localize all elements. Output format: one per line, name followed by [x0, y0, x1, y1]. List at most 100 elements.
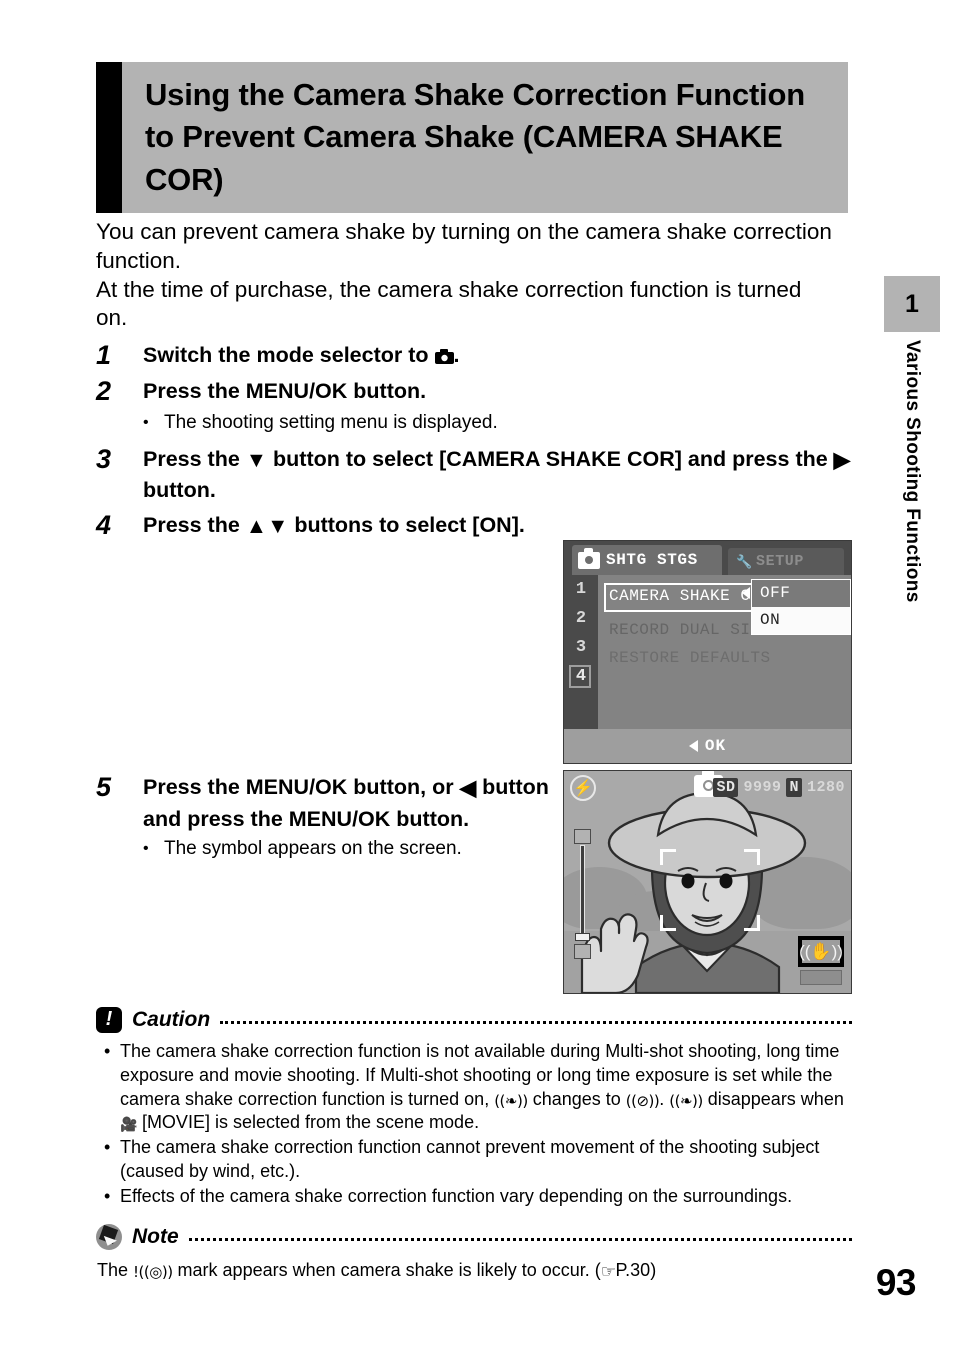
caution-1-p3: . — [659, 1088, 670, 1109]
af-corner-icon — [744, 849, 760, 865]
step-2-note: • The shooting setting menu is displayed… — [143, 411, 852, 436]
rail-page-2[interactable]: 2 — [564, 604, 598, 633]
caution-1-p5: [MOVIE] is selected from the scene mode. — [136, 1112, 480, 1133]
step-1-number: 1 — [96, 340, 112, 370]
step-3-text-part1: Press the — [143, 446, 246, 471]
footer-ok-label: OK — [704, 737, 727, 755]
caution-block: Caution • The camera shake correction fu… — [96, 1005, 852, 1209]
submenu-option-on[interactable]: ON — [752, 607, 850, 634]
caution-rule — [220, 1021, 852, 1024]
note-text-p3: P.30) — [615, 1260, 657, 1280]
still-camera-icon — [578, 547, 600, 569]
lcd-menu-tabbar: SHTG STGS 🔧 SETUP — [564, 541, 851, 575]
lcd-menu-illustration: SHTG STGS 🔧 SETUP 1 2 3 4 CAMERA SHAKE C… — [563, 540, 852, 764]
step-3-number: 3 — [96, 443, 112, 474]
zoom-wide-icon — [574, 944, 591, 959]
triangle-down-icon: ▼ — [245, 447, 268, 472]
rail-page-3[interactable]: 3 — [564, 633, 598, 662]
zoom-slider[interactable] — [574, 829, 591, 959]
page-header-banner: Using the Camera Shake Correction Functi… — [96, 62, 848, 214]
lcd-menu-footer: OK — [564, 729, 851, 763]
step-5-number: 5 — [96, 772, 112, 802]
caution-bullet-1: • The camera shake correction function i… — [96, 1040, 852, 1135]
intro-line-2: At the time of purchase, the camera shak… — [96, 276, 802, 331]
triangle-up-icon: ▲ — [245, 513, 268, 538]
sd-card-indicator: SD — [713, 778, 739, 797]
caution-bullet-3: • Effects of the camera shake correction… — [96, 1185, 852, 1209]
note-rule — [188, 1238, 852, 1241]
triangle-left-icon: ◀ — [459, 776, 477, 800]
caution-1-p4: disappears when — [702, 1088, 844, 1109]
step-1: 1 Switch the mode selector to . — [96, 338, 852, 372]
tab-shooting-settings[interactable]: SHTG STGS — [572, 545, 722, 575]
step-4-text: Press the ▲▼ buttons to select [ON]. — [143, 508, 525, 542]
tab-setup-label: SETUP — [756, 553, 805, 570]
step-5-text: Press the MENU/OK button, or ◀ button an… — [143, 770, 573, 834]
step-3-text: Press the ▼ button to select [CAMERA SHA… — [143, 442, 852, 506]
step-1-text-before: Switch the mode selector to — [143, 343, 435, 367]
af-corner-icon — [660, 849, 676, 865]
intro-line-1: You can prevent camera shake by turning … — [96, 219, 832, 273]
chapter-label: Various Shooting Functions — [884, 340, 940, 760]
caution-bullets: • The camera shake correction function i… — [96, 1040, 852, 1208]
step-4: 4 Press the ▲▼ buttons to select [ON]. — [96, 508, 852, 542]
rail-page-1[interactable]: 1 — [564, 575, 598, 604]
caution-bullet-3-text: Effects of the camera shake correction f… — [120, 1185, 793, 1206]
chapter-label-text: Various Shooting Functions — [902, 340, 923, 603]
submenu-option-off[interactable]: OFF — [752, 580, 850, 607]
page-title: Using the Camera Shake Correction Functi… — [145, 77, 805, 197]
submenu-caret-icon — [742, 587, 750, 599]
note-title: Note — [132, 1225, 179, 1248]
caution-1-p2: changes to — [527, 1088, 626, 1109]
step-5-text-part1: Press the MENU/OK button, or — [143, 775, 460, 799]
tab-setup[interactable]: 🔧 SETUP — [728, 548, 844, 575]
quality-indicator: N — [786, 778, 802, 797]
step-2-number: 2 — [96, 375, 112, 406]
camera-shake-warning-icon — [133, 1262, 173, 1282]
wrench-icon: 🔧 — [736, 554, 753, 569]
resolution-indicator: 1280 — [806, 779, 845, 796]
note-block: Note The mark appears when camera shake … — [96, 1222, 852, 1284]
camera-shake-icon — [669, 1092, 702, 1112]
step-2-note-text: The shooting setting menu is displayed. — [164, 411, 498, 433]
bullet-dot: • — [143, 413, 149, 431]
triangle-down-icon: ▼ — [267, 513, 289, 538]
step-3-text-part2: button to select [CAMERA SHAKE COR] and … — [267, 446, 834, 471]
bullet-dot: • — [143, 840, 149, 858]
secondary-indicator — [800, 970, 842, 985]
intro-text: You can prevent camera shake by turning … — [96, 218, 836, 333]
zoom-knob[interactable] — [575, 933, 590, 941]
bullet-dot: • — [104, 1185, 111, 1206]
lcd-viewfinder-illustration: ⚡ SD 9999 N 1280 ((✋)) — [563, 770, 852, 994]
step-3: 3 Press the ▼ button to select [CAMERA S… — [96, 442, 852, 506]
flash-off-icon: ⚡ — [570, 775, 596, 801]
step-4-text-part2: buttons to select [ON]. — [288, 512, 525, 537]
lcd-menu-page-rail: 1 2 3 4 — [564, 575, 598, 729]
steps-list: 1 Switch the mode selector to . 2 Press … — [96, 338, 852, 544]
caution-title: Caution — [132, 1008, 211, 1031]
step-1-text: Switch the mode selector to . — [143, 338, 459, 371]
step-4-text-part1: Press the — [143, 512, 246, 537]
note-text-p1: The — [97, 1260, 134, 1280]
camera-shake-off-icon — [626, 1092, 659, 1112]
menu-item-restore-defaults[interactable]: RESTORE DEFAULTS — [604, 645, 776, 671]
af-corner-icon — [744, 915, 760, 931]
lcd-menu-body: CAMERA SHAKE COR RECORD DUAL SIZE RESTOR… — [598, 575, 851, 729]
viewfinder-top-indicators: ⚡ SD 9999 N 1280 — [564, 771, 851, 805]
camera-shake-icon-badge: ((✋)) — [798, 936, 844, 967]
camera-shake-submenu: OFF ON — [751, 579, 851, 635]
pointing-hand-icon — [601, 1261, 616, 1284]
note-text-p2: mark appears when camera shake is likely… — [172, 1260, 601, 1280]
caution-bullet-1-text: The camera shake correction function is … — [120, 1040, 852, 1135]
caution-bullet-2: • The camera shake correction function c… — [96, 1136, 852, 1184]
chapter-number-tab: 1 — [884, 276, 940, 332]
af-corner-icon — [660, 915, 676, 931]
step-4-number: 4 — [96, 509, 112, 540]
rail-page-4[interactable]: 4 — [564, 662, 598, 691]
step-1-text-after: . — [453, 343, 460, 367]
manual-page: Using the Camera Shake Correction Functi… — [0, 0, 954, 1351]
menu-item-record-dual-size[interactable]: RECORD DUAL SIZE — [604, 617, 776, 643]
note-header: Note — [96, 1222, 852, 1252]
step-2: 2 Press the MENU/OK button. — [96, 374, 852, 408]
page-number: 93 — [875, 1262, 917, 1303]
